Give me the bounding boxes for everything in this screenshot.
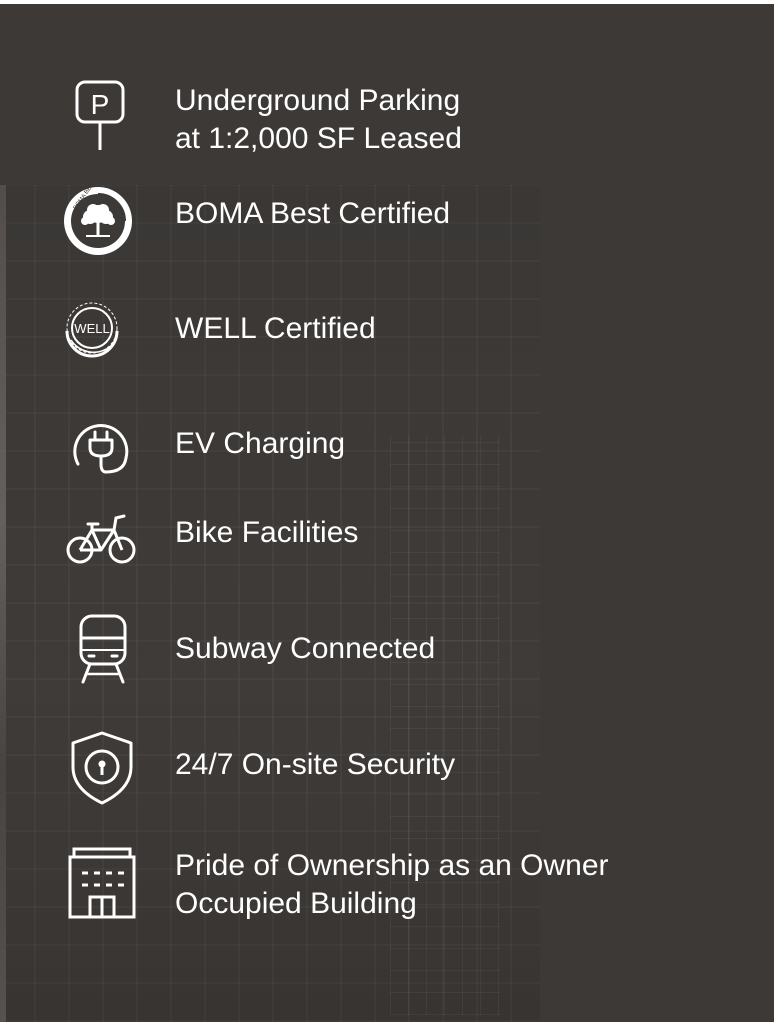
ev-charging-icon	[62, 408, 142, 488]
subway-icon	[62, 610, 142, 690]
amenity-label: Subway Connected	[175, 630, 435, 668]
parking-icon: P	[62, 80, 142, 160]
amenity-label-line: BOMA Best Certified	[175, 197, 451, 230]
amenity-label: 24/7 On-site Security	[175, 746, 455, 784]
amenity-label-line: at 1:2,000 SF Leased	[175, 122, 462, 155]
building-icon	[62, 845, 142, 925]
svg-text:P: P	[91, 89, 110, 120]
amenity-label-line: WELL Certified	[175, 312, 376, 345]
boma-best-logo: BOMA BEST	[62, 180, 142, 260]
amenity-label-line: Underground Parking	[175, 84, 461, 117]
amenity-label-line: EV Charging	[175, 427, 346, 460]
bike-icon	[62, 500, 142, 580]
security-shield-icon	[62, 727, 142, 807]
amenity-label: WELL Certified	[175, 310, 376, 348]
top-border	[0, 0, 774, 4]
amenity-label: BOMA Best Certified	[175, 195, 450, 233]
amenity-label-line: Pride of Ownership as an Owner	[175, 849, 609, 882]
amenity-label: Bike Facilities	[175, 514, 358, 552]
amenity-label: EV Charging	[175, 425, 345, 463]
amenity-label-line: Subway Connected	[175, 632, 436, 665]
amenity-label-line: 24/7 On-site Security	[175, 748, 456, 781]
amenity-label-line: Occupied Building	[175, 887, 417, 920]
amenity-label: Underground Parking at 1:2,000 SF Leased	[175, 82, 462, 158]
well-logo-text: WELL	[74, 321, 109, 336]
amenity-label-line: Bike Facilities	[175, 516, 359, 549]
amenity-label: Pride of Ownership as an Owner Occupied …	[175, 847, 609, 923]
well-logo: WELL	[62, 295, 142, 375]
